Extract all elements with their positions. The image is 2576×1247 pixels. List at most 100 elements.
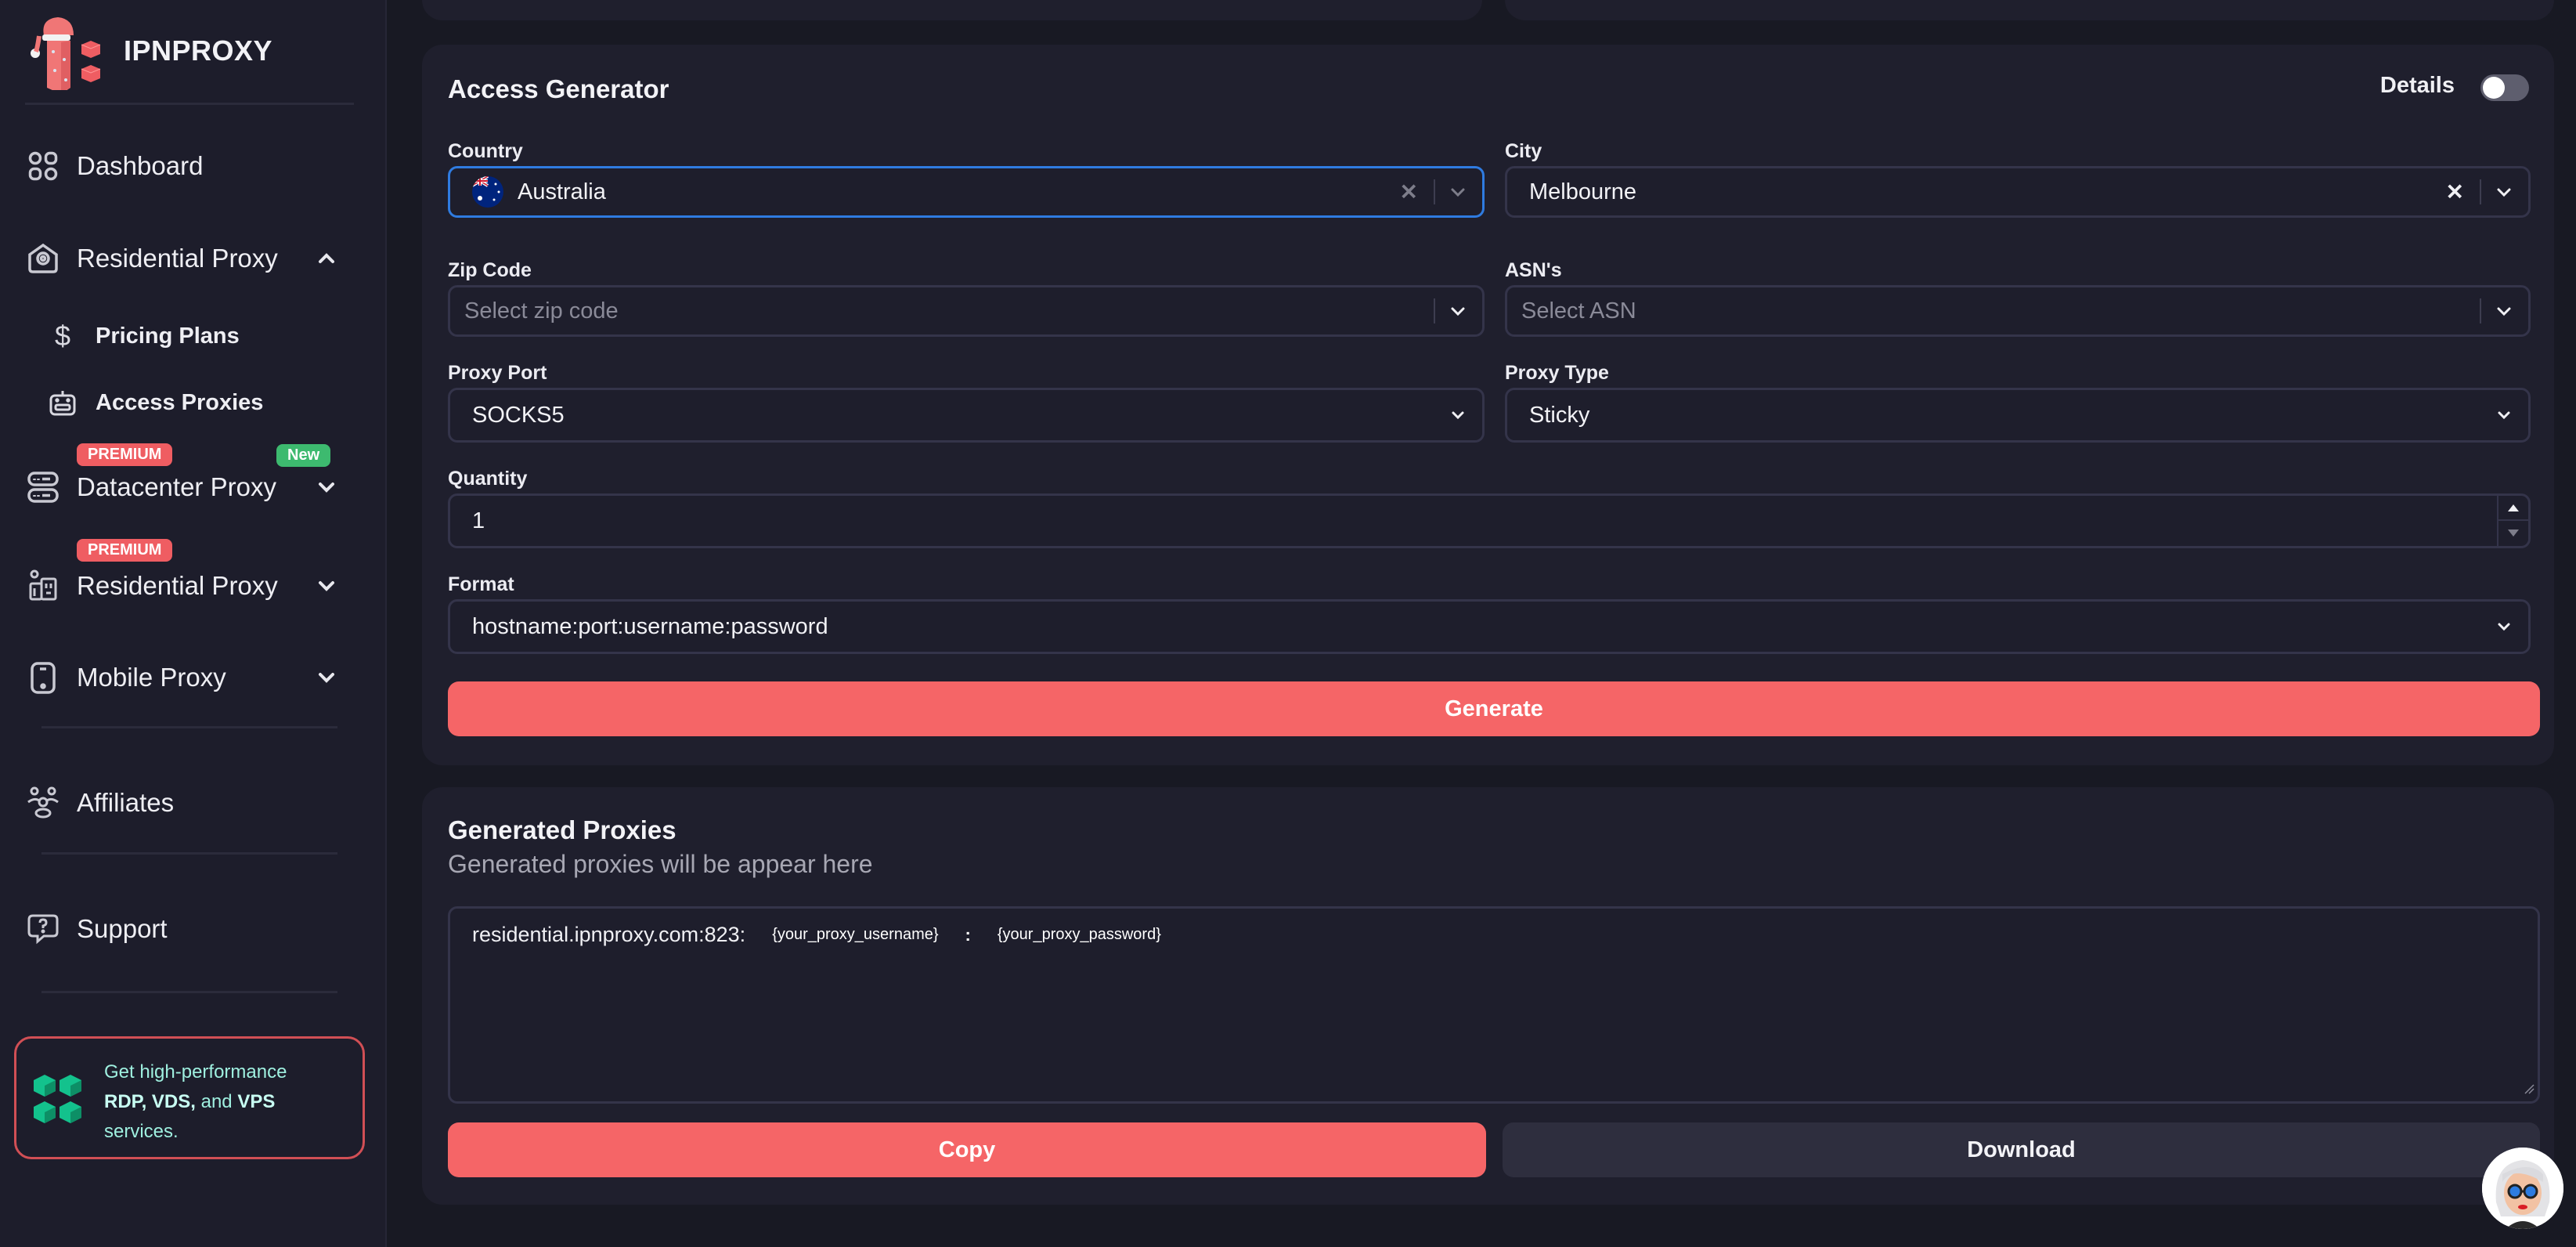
proxy-host: residential.ipnproxy.com:823: — [472, 923, 746, 946]
sidebar-item-label: Support — [77, 914, 168, 943]
generated-proxies-textarea[interactable]: residential.ipnproxy.com:823: {your_prox… — [448, 906, 2540, 1104]
proxy-line: residential.ipnproxy.com:823: {your_prox… — [472, 923, 1161, 947]
sidebar-subitem-label: Access Proxies — [96, 389, 264, 415]
proxy-type-select[interactable]: Sticky — [1505, 388, 2531, 443]
asn-placeholder: Select ASN — [1521, 298, 1636, 323]
stepper-up-icon[interactable] — [2498, 496, 2528, 521]
assistant-avatar[interactable] — [2482, 1148, 2563, 1229]
zip-code-label: Zip Code — [448, 259, 532, 281]
chevron-down-icon[interactable] — [1448, 405, 1468, 425]
details-label: Details — [2379, 73, 2455, 98]
top-card-right — [1505, 0, 2554, 20]
sidebar-item-label: Datacenter Proxy — [77, 472, 276, 501]
chevron-down-icon[interactable] — [1448, 182, 1468, 202]
sidebar-item-label: Mobile Proxy — [77, 663, 226, 692]
sidebar-item-premium-residential-proxy[interactable]: Residential Proxy — [27, 562, 354, 609]
select-separator — [1434, 298, 1435, 323]
premium-badge: PREMIUM — [77, 443, 173, 466]
sidebar-item-mobile-proxy[interactable]: Mobile Proxy — [27, 654, 354, 701]
city-select[interactable]: Melbourne ✕ — [1505, 166, 2531, 218]
city-label: City — [1505, 140, 1542, 162]
sidebar-item-affiliates[interactable]: Affiliates — [27, 779, 354, 826]
country-select[interactable]: Australia ✕ — [448, 166, 1485, 218]
brand-name: IPNPROXY — [124, 34, 273, 67]
dashboard-grid-icon — [27, 150, 60, 183]
select-separator — [2480, 179, 2481, 204]
premium-badge: PREMIUM — [77, 539, 173, 562]
sidebar-divider — [41, 852, 337, 855]
promo-text: Get high-performance RDP, VDS, and VPS s… — [104, 1057, 287, 1147]
promo-rdp: RDP, — [104, 1091, 147, 1112]
sidebar-item-residential-proxy[interactable]: Residential Proxy — [27, 235, 354, 282]
mobile-icon — [27, 661, 60, 694]
resize-handle-icon[interactable] — [2524, 1083, 2535, 1098]
promo-and: and — [200, 1091, 233, 1112]
chevron-down-icon[interactable] — [2494, 405, 2514, 425]
sidebar-item-label: Affiliates — [77, 788, 175, 817]
country-label: Country — [448, 140, 523, 162]
proxy-type-label: Proxy Type — [1505, 362, 1609, 384]
quantity-stepper[interactable] — [2497, 496, 2528, 546]
sidebar-item-datacenter-proxy[interactable]: Datacenter Proxy — [27, 464, 354, 511]
generated-proxies-card: Generated Proxies Generated proxies will… — [422, 787, 2554, 1205]
promo-vps: VPS — [237, 1091, 276, 1112]
format-select[interactable]: hostname:port:username:password — [448, 599, 2531, 654]
sidebar-item-support[interactable]: Support — [27, 905, 354, 952]
stepper-down-icon[interactable] — [2498, 521, 2528, 546]
country-value: Australia — [518, 179, 606, 204]
australia-flag-icon — [472, 176, 503, 208]
proxy-type-value: Sticky — [1529, 402, 1590, 428]
proxy-password-placeholder: {your_proxy_password} — [997, 926, 1161, 943]
proxy-username-placeholder: {your_proxy_username} — [772, 926, 939, 943]
cubes-icon — [32, 1073, 84, 1125]
residential-home-icon — [27, 242, 60, 275]
clear-country-icon[interactable]: ✕ — [1400, 179, 1418, 205]
copy-button[interactable]: Copy — [448, 1122, 1486, 1177]
proxy-separator: : — [965, 924, 971, 945]
sidebar-item-dashboard[interactable]: Dashboard — [27, 143, 354, 190]
sidebar: IPNPROXY Dashboard Residential Proxy $ P… — [0, 0, 387, 1247]
proxy-port-select[interactable]: SOCKS5 — [448, 388, 1485, 443]
chevron-down-icon[interactable] — [2494, 301, 2514, 321]
chevron-down-icon[interactable] — [315, 475, 338, 499]
chevron-up-icon[interactable] — [315, 247, 338, 270]
top-card-left — [422, 0, 1482, 20]
chevron-down-icon[interactable] — [315, 574, 338, 598]
dollar-icon: $ — [54, 320, 71, 352]
building-icon — [27, 569, 60, 602]
format-value: hostname:port:username:password — [472, 613, 828, 639]
sidebar-subitem-label: Pricing Plans — [96, 323, 240, 349]
city-value: Melbourne — [1529, 179, 1637, 204]
sidebar-subitem-access-proxies[interactable]: Access Proxies — [49, 381, 263, 424]
ipnproxy-logo[interactable] — [27, 8, 105, 94]
generated-proxies-subtitle: Generated proxies will be appear here — [448, 850, 873, 878]
select-separator — [2480, 298, 2481, 323]
chevron-down-icon[interactable] — [2494, 182, 2514, 202]
chevron-down-icon[interactable] — [2494, 616, 2514, 637]
generate-button[interactable]: Generate — [448, 681, 2540, 736]
support-question-icon — [27, 913, 60, 945]
sidebar-subitem-pricing-plans[interactable]: $ Pricing Plans — [49, 315, 240, 357]
asn-select[interactable]: Select ASN — [1505, 285, 2531, 337]
affiliates-people-icon — [27, 786, 60, 819]
details-toggle[interactable] — [2480, 74, 2529, 101]
rdp-vds-vps-promo[interactable]: Get high-performance RDP, VDS, and VPS s… — [14, 1036, 365, 1159]
select-separator — [1434, 179, 1435, 204]
promo-line: services. — [104, 1121, 179, 1142]
sidebar-item-label: Residential Proxy — [77, 244, 278, 273]
proxy-port-label: Proxy Port — [448, 362, 547, 384]
sidebar-divider — [41, 726, 337, 728]
sidebar-divider — [25, 103, 354, 105]
access-generator-title: Access Generator — [448, 74, 669, 103]
quantity-value: 1 — [472, 508, 485, 533]
access-generator-card: Access Generator Details Country Austral… — [422, 45, 2554, 765]
zip-code-select[interactable]: Select zip code — [448, 285, 1485, 337]
chevron-down-icon[interactable] — [315, 666, 338, 689]
download-button[interactable]: Download — [1503, 1122, 2540, 1177]
chevron-down-icon[interactable] — [1448, 301, 1468, 321]
access-device-icon — [49, 389, 77, 417]
quantity-label: Quantity — [448, 468, 528, 490]
clear-city-icon[interactable]: ✕ — [2446, 179, 2464, 205]
promo-vds: VDS, — [151, 1091, 196, 1112]
quantity-input[interactable]: 1 — [448, 493, 2531, 548]
